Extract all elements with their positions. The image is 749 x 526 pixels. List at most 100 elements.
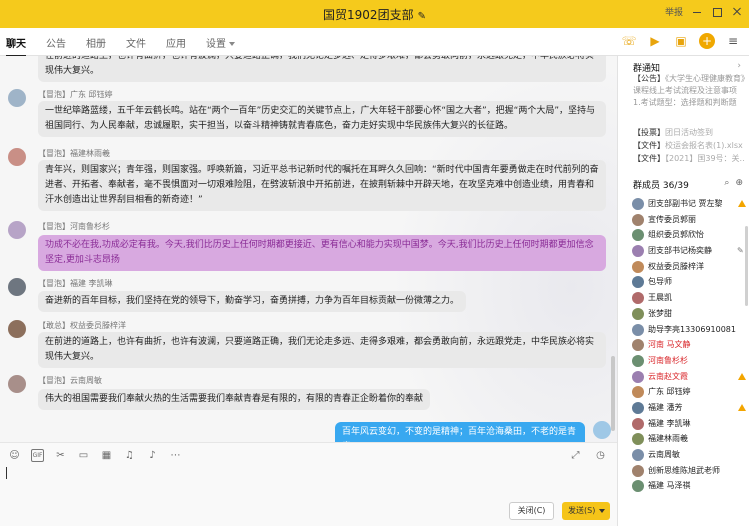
chevron-right-icon[interactable]: › xyxy=(737,61,741,71)
add-member-icon[interactable]: ⊕ xyxy=(735,178,743,188)
folder-icon[interactable]: ▭ xyxy=(77,449,90,462)
message-bubble[interactable]: 伟大的祖国需要我们奉献火热的生活需要我们奉献青春是有限的，有限的青春正企盼着你的… xyxy=(38,389,431,410)
file-item[interactable]: 【文件】【2021】国39号：关... xyxy=(633,152,745,165)
composer-right-tools: ⤢ ◷ xyxy=(569,449,607,462)
member-name: 云南周敏 xyxy=(648,450,680,459)
image-icon[interactable]: ▦ xyxy=(100,449,113,462)
member-item[interactable]: 云南周敏 xyxy=(632,448,748,464)
member-name: 组织委员郭欣怡 xyxy=(648,230,704,240)
member-name: 助导李亮13306910081 xyxy=(648,324,736,334)
message-bubble[interactable]: 在前进的道路上，也许有曲折，也许有波澜，只要道路正确，我们无论走多远、走得多艰难… xyxy=(38,332,606,368)
tab-announcement[interactable]: 公告 xyxy=(46,35,66,57)
close-button[interactable]: 关闭(C) xyxy=(509,502,554,520)
member-item[interactable]: 福建 李凯琳 xyxy=(632,417,748,433)
group-name: 国贸1902团支部 xyxy=(323,8,414,22)
emoji-icon[interactable]: ☺ xyxy=(8,449,21,462)
member-avatar xyxy=(632,449,644,461)
member-avatar xyxy=(632,386,644,399)
member-item[interactable]: 广东 邱钰婷 xyxy=(632,385,748,401)
avatar[interactable] xyxy=(8,375,26,393)
music-icon[interactable]: ♫ xyxy=(123,449,136,462)
avatar[interactable] xyxy=(8,278,26,296)
avatar[interactable] xyxy=(8,320,26,338)
phone-icon[interactable]: ☏ xyxy=(621,33,637,49)
more-icon[interactable]: ⋯ xyxy=(169,449,182,462)
tab-chat[interactable]: 聊天 xyxy=(6,35,26,57)
member-item[interactable]: 权益委员滕梓洋 xyxy=(632,260,748,276)
message-bubble[interactable]: 青年兴，则国家兴；青年强，则国家强。呼唤新篇，习近平总书记新时代的嘱托在耳畔久久… xyxy=(38,160,606,211)
send-label: 发送(S) xyxy=(568,506,596,515)
member-item[interactable]: 福建林雨羲 xyxy=(632,432,748,448)
report-link[interactable]: 举报 xyxy=(665,5,683,18)
menu-icon[interactable]: ≡ xyxy=(725,33,741,49)
chat-scrollbar[interactable] xyxy=(611,356,615,431)
member-name: 河南鲁杉杉 xyxy=(648,355,688,365)
tab-album[interactable]: 相册 xyxy=(86,35,106,57)
member-item[interactable]: 王晨凯 xyxy=(632,291,748,307)
title-bar: 国贸1902团支部 ✎ 举报 xyxy=(0,0,749,28)
file-item[interactable]: 【投票】团日活动签到 xyxy=(633,126,745,139)
close-icon[interactable] xyxy=(731,6,743,18)
member-item[interactable]: 组织委员郭欣怡 xyxy=(632,228,748,244)
member-item[interactable]: 云南赵文霞 xyxy=(632,370,748,386)
member-avatar xyxy=(632,307,644,320)
member-avatar xyxy=(632,260,644,273)
chevron-down-icon[interactable] xyxy=(599,509,605,513)
chat-history[interactable]: 在前进的道路上，也许有曲折，也许有波澜，只要道路正确，我们无论走多远、走得多艰难… xyxy=(0,56,617,442)
message-item: 【冒泡】福建林雨羲 青年兴，则国家兴；青年强，则国家强。呼唤新篇，习近平总书记新… xyxy=(8,148,608,218)
member-avatar xyxy=(632,245,644,258)
message-sender: 【敢总】权益委员滕梓洋 xyxy=(38,321,126,330)
avatar[interactable] xyxy=(593,421,611,439)
gif-icon[interactable]: GIF xyxy=(31,449,44,462)
member-item[interactable]: 包导师 xyxy=(632,275,748,291)
member-item[interactable]: 河南 马文静 xyxy=(632,338,748,354)
member-item[interactable]: 宣传委员郭丽 xyxy=(632,213,748,229)
expand-icon[interactable]: ⤢ xyxy=(569,449,582,462)
member-avatar xyxy=(632,480,644,493)
notice-content[interactable]: 【公告】《大学生心理健康教育》课程线上考试流程及注意事项 1.考试题型：选择题和… xyxy=(633,73,745,109)
file-item[interactable]: 【文件】校运会报名表(1).xlsx xyxy=(633,139,745,152)
bell-icon[interactable]: ♪ xyxy=(146,449,159,462)
message-bubble[interactable]: 百年风云变幻，不变的是精神；百年沧海桑田，不老的是青春。 xyxy=(335,422,585,442)
member-name: 福建林雨羲 xyxy=(648,434,688,444)
member-avatar xyxy=(632,229,644,242)
video-icon[interactable]: ▶ xyxy=(647,33,663,49)
add-icon[interactable]: + xyxy=(699,33,715,49)
member-avatar xyxy=(632,417,644,430)
tab-apps[interactable]: 应用 xyxy=(166,35,186,57)
crown-icon xyxy=(738,372,746,380)
search-icon[interactable]: ⌕ xyxy=(724,178,729,188)
text-input[interactable] xyxy=(6,467,7,479)
member-item[interactable]: 张梦甜 xyxy=(632,307,748,323)
notice-highlight: 《大学生心理健康教 xyxy=(665,74,733,83)
avatar[interactable] xyxy=(8,221,26,239)
member-item[interactable]: 河南鲁杉杉 xyxy=(632,354,748,370)
tab-files[interactable]: 文件 xyxy=(126,35,146,57)
member-item[interactable]: 助导李亮13306910081 xyxy=(632,323,748,339)
send-button[interactable]: 发送(S) xyxy=(562,502,610,520)
avatar[interactable] xyxy=(8,148,26,166)
minimize-icon[interactable] xyxy=(691,6,703,18)
member-item[interactable]: 福建 潘芳 xyxy=(632,401,748,417)
maximize-icon[interactable] xyxy=(711,6,723,18)
edit-title-icon[interactable]: ✎ xyxy=(418,11,426,22)
message-bubble[interactable]: 一世纪筚路蓝缕，五千年云鹤长鸣。站在“两个一百年”历史交汇的关键节点上，广大年轻… xyxy=(38,101,606,137)
member-item[interactable]: 团支部副书记 贾左黎 xyxy=(632,197,748,213)
message-sender: 【冒泡】云南周敏 xyxy=(38,376,102,385)
history-icon[interactable]: ◷ xyxy=(594,449,607,462)
screen-share-icon[interactable]: ▣ xyxy=(673,33,689,49)
member-item[interactable]: 团支部书记杨奕静 ✎ xyxy=(632,244,748,260)
member-list[interactable]: 团支部副书记 贾左黎 宣传委员郭丽 组织委员郭欣怡团支部书记杨奕静 ✎ 权益委员滕梓洋包… xyxy=(632,197,748,495)
member-name: 河南 马文静 xyxy=(648,340,691,350)
message-bubble[interactable]: 奋进新的百年目标，我们坚持在党的领导下，勤奋学习，奋勇拼搏，力争为百年目标贡献一… xyxy=(38,291,467,312)
tab-settings[interactable]: 设置 xyxy=(206,35,235,57)
member-item[interactable]: 创新思维陈旭武老师 xyxy=(632,464,748,480)
message-bubble[interactable]: 在前进的道路上，也许有曲折，也许有波澜，只要道路正确，我们无论走多远、走得多艰难… xyxy=(38,56,606,82)
member-item[interactable]: 福建 马泽祺 xyxy=(632,479,748,495)
member-scrollbar[interactable] xyxy=(745,226,748,306)
message-composer: ☺ GIF ✂ ▭ ▦ ♫ ♪ ⋯ ⤢ ◷ 关闭(C) 发送(S) xyxy=(0,442,617,526)
message-item: 【冒泡】云南周敏 伟大的祖国需要我们奉献火热的生活需要我们奉献青春是有限的，有限… xyxy=(8,375,608,411)
avatar[interactable] xyxy=(8,89,26,107)
message-bubble[interactable]: 功成不必在我,功成必定有我。今天,我们比历史上任何时期都更接近、更有信心和能力实… xyxy=(38,235,606,271)
scissors-icon[interactable]: ✂ xyxy=(54,449,67,462)
